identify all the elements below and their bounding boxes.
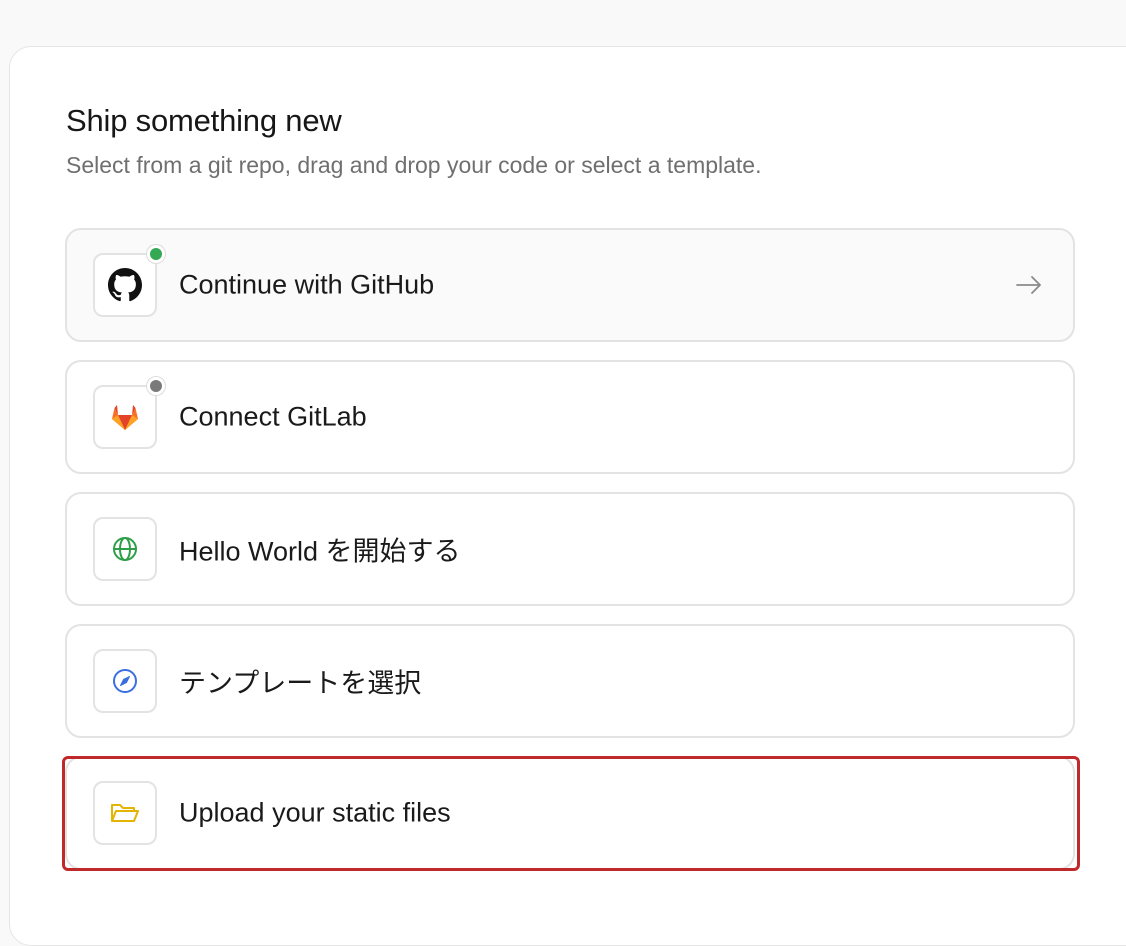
github-icon xyxy=(108,268,142,302)
compass-icon xyxy=(113,669,137,693)
option-label: テンプレートを選択 xyxy=(179,668,422,699)
option-label: Connect GitLab xyxy=(179,401,367,432)
gitlab-icon xyxy=(112,405,138,430)
connected-status-dot xyxy=(147,245,165,263)
folder-icon-box xyxy=(93,781,157,845)
upload-static-files-button[interactable]: Upload your static files xyxy=(65,756,1075,870)
option-label: Hello World を開始する xyxy=(179,536,461,567)
option-label: Upload your static files xyxy=(179,797,451,828)
option-label: Continue with GitHub xyxy=(179,269,435,300)
select-template-button[interactable]: テンプレートを選択 xyxy=(65,624,1075,738)
globe-icon xyxy=(113,537,137,561)
connect-gitlab-button[interactable]: Connect GitLab xyxy=(65,360,1075,474)
page-title: Ship something new xyxy=(66,103,342,138)
folder-open-icon xyxy=(111,804,139,822)
arrow-right-icon xyxy=(1016,276,1041,294)
hello-world-button[interactable]: Hello World を開始する xyxy=(65,492,1075,606)
gitlab-icon-box xyxy=(93,377,165,449)
continue-with-github-button[interactable]: Continue with GitHub xyxy=(65,228,1075,342)
globe-icon-box xyxy=(93,517,157,581)
github-icon-box xyxy=(93,245,165,317)
page-subtitle: Select from a git repo, drag and drop yo… xyxy=(66,152,762,178)
disconnected-status-dot xyxy=(147,377,165,395)
compass-icon-box xyxy=(93,649,157,713)
